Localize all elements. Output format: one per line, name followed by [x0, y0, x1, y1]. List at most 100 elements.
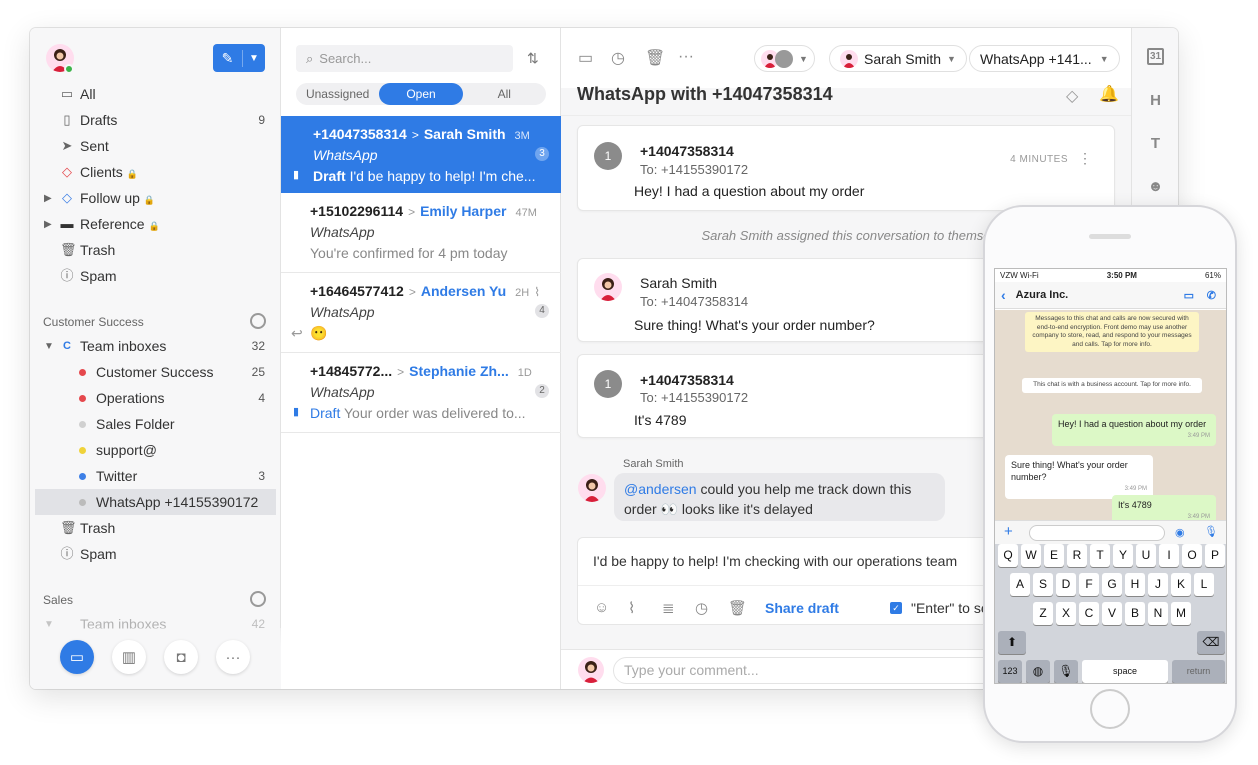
list-item[interactable]: +16464577412 > Andersen Yu 2H ⌇ WhatsApp ↩ 😶 … [281, 273, 561, 353]
t-icon[interactable]: T [1132, 135, 1178, 152]
key-e[interactable]: E [1044, 544, 1064, 567]
team-inboxes[interactable]: ▼ C Team inboxes 32 [30, 333, 281, 359]
inbox-sales-folder[interactable]: Sales Folder [30, 411, 281, 437]
gear-icon[interactable] [250, 313, 266, 329]
key-r[interactable]: R [1067, 544, 1087, 567]
key-b[interactable]: B [1125, 602, 1145, 625]
sidebar-item-spam[interactable]: ⓘ Spam [30, 263, 281, 289]
space-key[interactable]: space [1082, 660, 1168, 683]
key-j[interactable]: J [1148, 573, 1168, 596]
calendar-icon[interactable]: 31 [1132, 48, 1178, 65]
chevron-down-icon[interactable]: ▼ [243, 53, 265, 64]
more-icon[interactable]: ··· [216, 640, 250, 674]
key-v[interactable]: V [1102, 602, 1122, 625]
sidebar-item-clients[interactable]: ◇ Clients 🔒 [30, 159, 281, 185]
key-u[interactable]: U [1136, 544, 1156, 567]
bell-icon[interactable]: 🔔 [1099, 84, 1119, 104]
key-f[interactable]: F [1079, 573, 1099, 596]
numbers-key[interactable]: 123 [998, 660, 1022, 683]
key-z[interactable]: Z [1033, 602, 1053, 625]
shift-icon[interactable]: ⬆ [998, 631, 1026, 654]
tab-all[interactable]: All [463, 83, 546, 105]
home-button[interactable] [1090, 689, 1130, 729]
archive-icon[interactable]: ▭ [578, 48, 593, 68]
key-w[interactable]: W [1021, 544, 1041, 567]
key-o[interactable]: O [1182, 544, 1202, 567]
inbox-support[interactable]: support@ [30, 437, 281, 463]
analytics-icon[interactable]: ▥ [112, 640, 146, 674]
attachment-icon[interactable]: ⌇ [628, 599, 635, 617]
key-m[interactable]: M [1171, 602, 1191, 625]
key-d[interactable]: D [1056, 573, 1076, 596]
mic-icon[interactable]: 🎙 [1204, 525, 1218, 538]
clock-icon[interactable]: ◷ [695, 599, 708, 617]
kebab-icon[interactable]: ⋮ [1078, 150, 1092, 167]
compose-button[interactable]: ✎ ▼ [213, 44, 265, 72]
trash-icon[interactable]: 🗑 [645, 48, 665, 68]
plugin-icon[interactable]: ☻ [1132, 178, 1178, 195]
key-y[interactable]: Y [1113, 544, 1133, 567]
phone-icon[interactable]: ✆ [1207, 289, 1216, 302]
gear-icon[interactable] [250, 591, 266, 607]
return-key[interactable]: return [1172, 660, 1225, 683]
team-spam[interactable]: ⓘ Spam [30, 541, 281, 567]
sidebar-item-sent[interactable]: ➤ Sent [30, 133, 281, 159]
list-item[interactable]: +14047358314 > Sarah Smith 3M WhatsApp ▮ Dra… [281, 116, 561, 193]
search-input[interactable]: ⌕ Search... [296, 45, 513, 72]
sort-icon[interactable]: ⇅ [527, 50, 539, 67]
sidebar-item-follow-up[interactable]: ▶ ◇ Follow up 🔒 [30, 185, 281, 211]
draft-text[interactable]: I'd be happy to help! I'm checking with … [593, 553, 957, 569]
contacts-icon[interactable]: ◘ [164, 640, 198, 674]
key-c[interactable]: C [1079, 602, 1099, 625]
key-h[interactable]: H [1125, 573, 1145, 596]
key-t[interactable]: T [1090, 544, 1110, 567]
mention[interactable]: @andersen [624, 481, 697, 497]
message-card[interactable]: 1 +14047358314 To: +14155390172 4 MINUTE… [577, 125, 1115, 211]
key-p[interactable]: P [1205, 544, 1225, 567]
more-icon[interactable]: ··· [678, 48, 694, 66]
inbox-twitter[interactable]: Twitter 3 [30, 463, 281, 489]
tab-unassigned[interactable]: Unassigned [296, 83, 379, 105]
chevron-down-icon[interactable]: ▼ [44, 341, 54, 352]
template-icon[interactable]: ≣ [662, 599, 675, 617]
camera-icon[interactable]: ◉ [1175, 526, 1185, 539]
backspace-icon[interactable]: ⌫ [1197, 631, 1225, 654]
encryption-notice[interactable]: Messages to this chat and calls are now … [1025, 312, 1199, 352]
team-trash[interactable]: 🗑 Trash [30, 515, 281, 541]
key-n[interactable]: N [1148, 602, 1168, 625]
list-item[interactable]: +15102296114 > Emily Harper 47M WhatsApp Yo… [281, 193, 561, 273]
tag-icon[interactable]: ◇ [1066, 86, 1078, 106]
sidebar-item-trash[interactable]: 🗑 Trash [30, 237, 281, 263]
plus-icon[interactable]: + [1004, 523, 1013, 540]
emoji-icon[interactable]: ☺ [594, 599, 609, 616]
assignee-pill[interactable]: Sarah Smith ▼ [829, 45, 967, 72]
enter-to-send-checkbox[interactable]: ✓ [890, 602, 902, 614]
key-i[interactable]: I [1159, 544, 1179, 567]
chevron-right-icon[interactable]: ▶ [44, 219, 52, 230]
globe-icon[interactable]: ◍ [1026, 660, 1050, 683]
clock-icon[interactable]: ◷ [611, 48, 625, 68]
video-icon[interactable]: ▭ [1184, 289, 1194, 302]
mic-icon[interactable]: 🎙 [1054, 660, 1078, 683]
h-icon[interactable]: H [1132, 92, 1178, 109]
back-icon[interactable]: ‹ [1001, 287, 1006, 303]
inbox-nav-icon[interactable]: ▭ [60, 640, 94, 674]
business-notice[interactable]: This chat is with a business account. Ta… [1022, 378, 1202, 393]
key-x[interactable]: X [1056, 602, 1076, 625]
key-g[interactable]: G [1102, 573, 1122, 596]
text-field[interactable] [1029, 525, 1165, 541]
channel-pill[interactable]: WhatsApp +141... ▼ [969, 45, 1120, 72]
sidebar-item-drafts[interactable]: ▯ Drafts 9 [30, 107, 281, 133]
share-draft-button[interactable]: Share draft [765, 600, 839, 616]
tab-open[interactable]: Open [379, 83, 463, 105]
sidebar-item-all[interactable]: ▭ All [30, 81, 281, 107]
key-q[interactable]: Q [998, 544, 1018, 567]
sidebar-item-reference[interactable]: ▶ ▬ Reference 🔒 [30, 211, 281, 237]
inbox-customer-success[interactable]: Customer Success 25 [30, 359, 281, 385]
list-item[interactable]: +14845772... > Stephanie Zh... 1D WhatsApp … [281, 353, 561, 433]
chevron-right-icon[interactable]: ▶ [44, 193, 52, 204]
participants-pill[interactable]: ▼ [754, 45, 815, 72]
inbox-whatsapp[interactable]: WhatsApp +14155390172 [35, 489, 276, 515]
inbox-operations[interactable]: Operations 4 [30, 385, 281, 411]
trash-icon[interactable]: 🗑 [728, 599, 747, 617]
